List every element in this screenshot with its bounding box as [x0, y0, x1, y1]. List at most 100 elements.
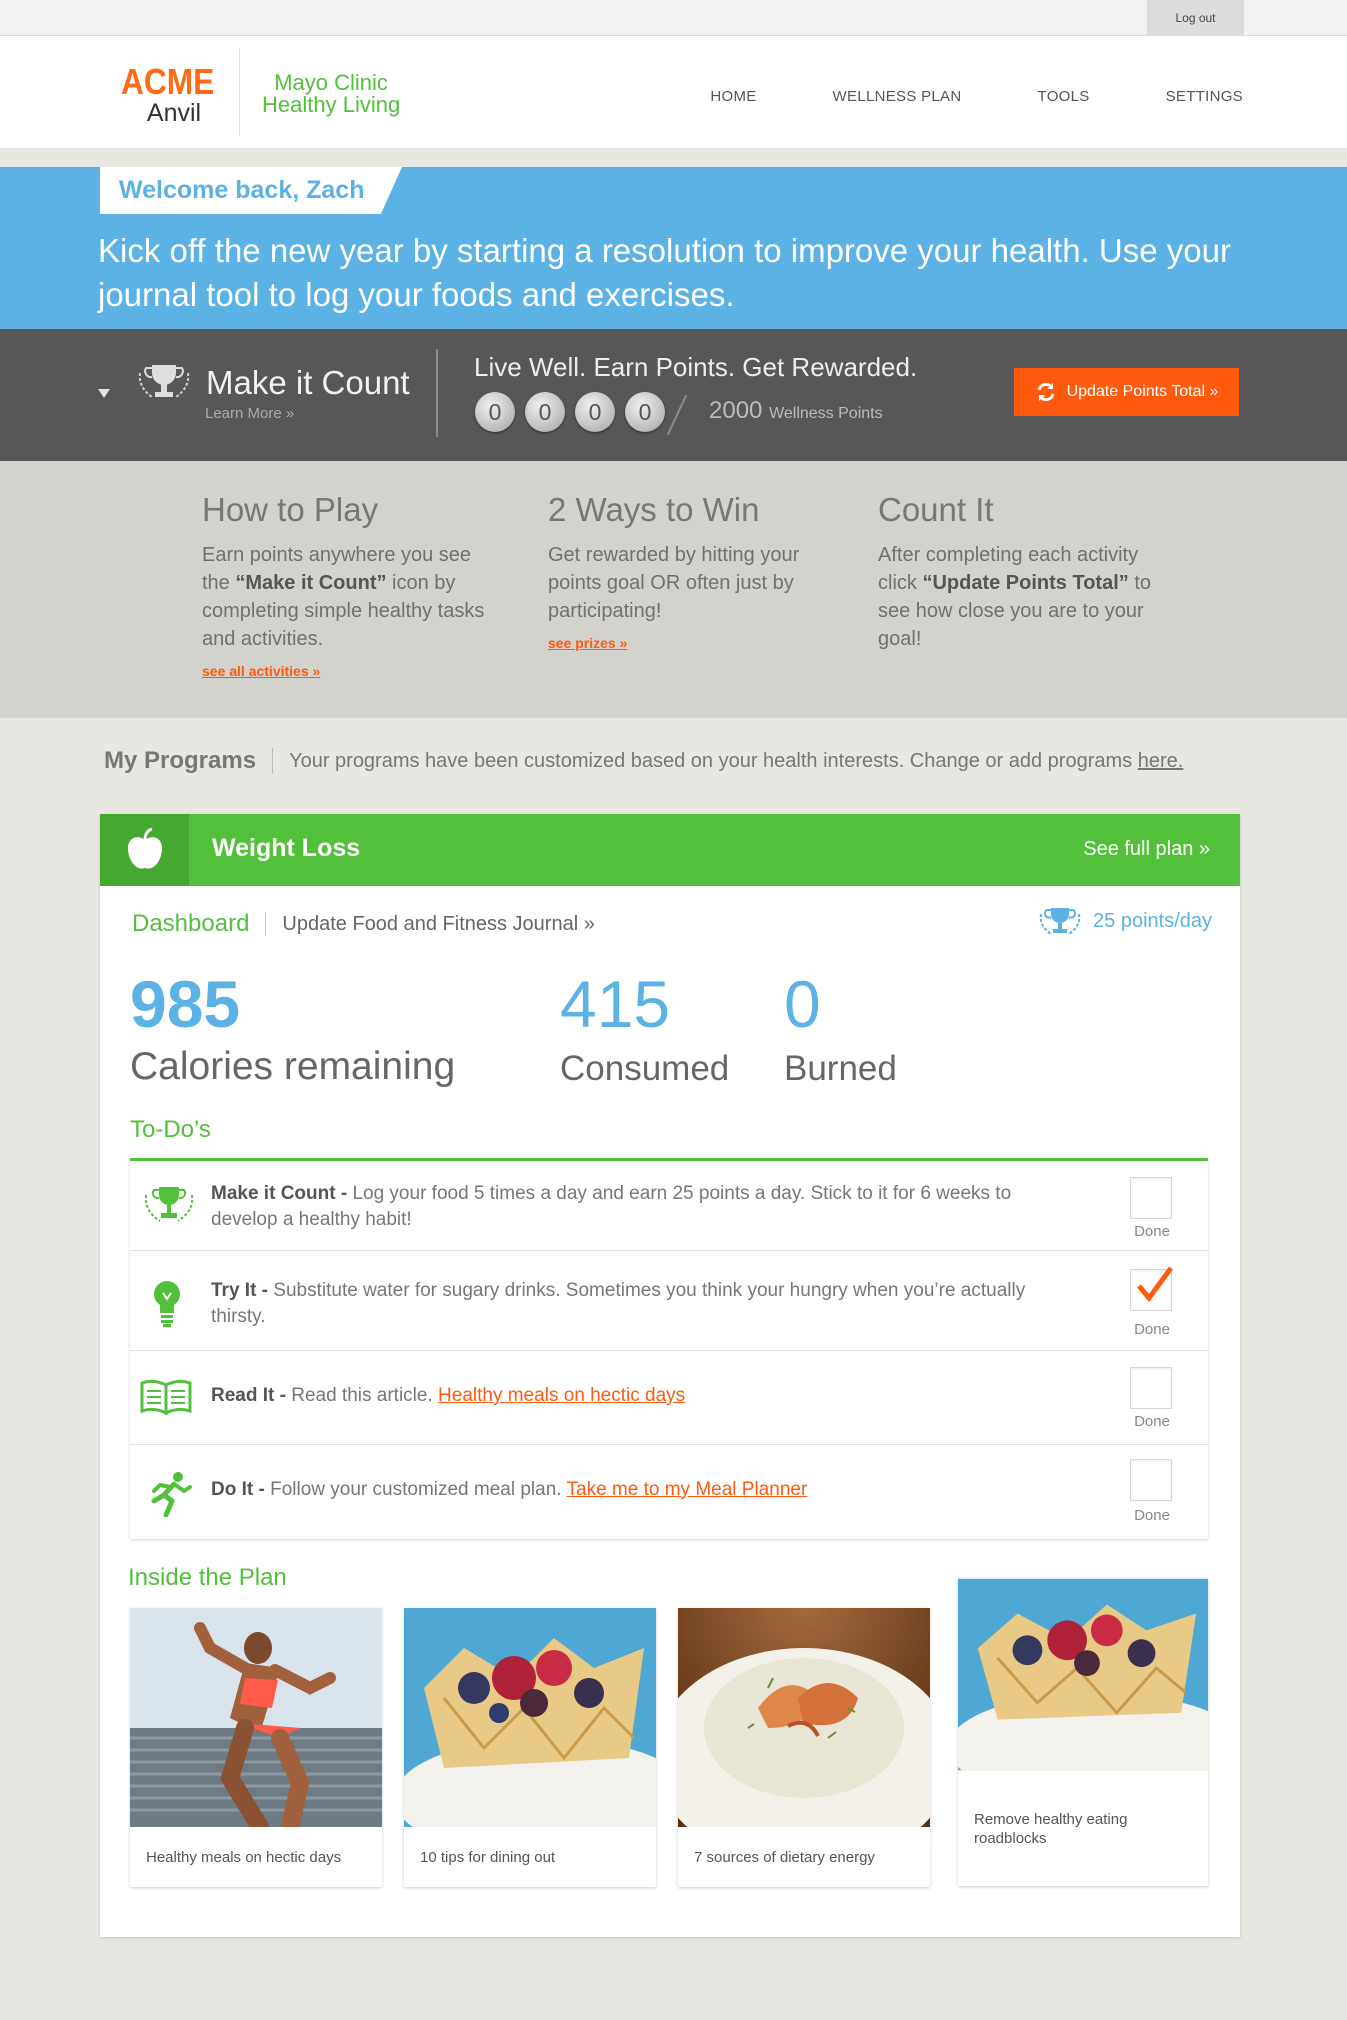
partner-logo: Mayo Clinic Healthy Living	[262, 72, 400, 116]
see-all-activities-link[interactable]: see all activities »	[202, 663, 320, 679]
update-points-label: Update Points Total »	[1066, 383, 1219, 400]
program-header: Weight Loss See full plan »	[100, 814, 1240, 886]
plan-tile-caption: Healthy meals on hectic days	[146, 1848, 342, 1866]
logout-button[interactable]: Log out	[1147, 0, 1244, 36]
trophy-icon	[1039, 908, 1081, 935]
see-full-plan-link[interactable]: See full plan »	[1083, 838, 1210, 861]
todo-checkbox[interactable]	[1130, 1177, 1172, 1219]
todo-list: Make it Count - Log your food 5 times a …	[130, 1158, 1208, 1539]
todo-checkbox[interactable]	[1130, 1266, 1174, 1311]
refresh-icon	[1037, 382, 1055, 402]
my-programs-description: Your programs have been customized based…	[289, 749, 1184, 772]
my-programs-title: My Programs	[104, 747, 257, 774]
welcome-message: Kick off the new year by starting a reso…	[98, 232, 1231, 313]
update-points-button[interactable]: Update Points Total »	[1014, 368, 1239, 416]
lightbulb-icon	[154, 1281, 180, 1327]
todo-text: Read It - Read this article. Healthy mea…	[211, 1385, 686, 1406]
count-it-text: After completing each activity click “Up…	[878, 544, 1152, 650]
brand-logo[interactable]: ACME Anvil	[121, 61, 227, 127]
consumed-label: Consumed	[560, 1049, 730, 1088]
trophy-icon	[144, 1187, 194, 1222]
partner-line-1: Mayo Clinic	[274, 70, 388, 95]
how-to-play-section: How to Play Earn points anywhere you see…	[0, 461, 1347, 718]
nav-wellness-plan[interactable]: WELLNESS PLAN	[833, 88, 962, 105]
ways-to-win-heading: 2 Ways to Win	[548, 491, 760, 528]
todo-done-label: Done	[1134, 1413, 1170, 1430]
dashboard-row: Dashboard Update Food and Fitness Journa…	[132, 910, 595, 938]
plan-tile-caption: 10 tips for dining out	[420, 1848, 556, 1866]
how-to-play-column: How to Play Earn points anywhere you see…	[202, 491, 502, 681]
healthy-meals-article-link[interactable]: Healthy meals on hectic days	[438, 1385, 685, 1406]
my-programs-header: My Programs Your programs have been cust…	[104, 747, 1183, 775]
see-prizes-link[interactable]: see prizes »	[548, 635, 627, 651]
points-tagline: Live Well. Earn Points. Get Rewarded.	[474, 352, 918, 382]
todo-done-label: Done	[1134, 1507, 1170, 1524]
todo-done-label: Done	[1134, 1223, 1170, 1240]
points-digit: 0	[575, 392, 615, 432]
apple-icon	[127, 828, 162, 869]
points-digit: 0	[625, 392, 665, 432]
trophy-icon	[138, 365, 190, 398]
todo-item-try-it: Try It - Substitute water for sugary dri…	[130, 1251, 1208, 1351]
todo-text: Make it Count - Log your food 5 times a …	[211, 1183, 1012, 1230]
points-goal-value: 2000	[709, 397, 763, 424]
meal-planner-link[interactable]: Take me to my Meal Planner	[567, 1479, 808, 1500]
nav-settings[interactable]: SETTINGS	[1166, 88, 1243, 105]
points-divider	[436, 349, 438, 437]
learn-more-link[interactable]: Learn More »	[205, 405, 294, 422]
points-per-day-label: 25 points/day	[1093, 909, 1212, 932]
program-icon-box	[100, 814, 189, 886]
book-icon	[140, 1379, 192, 1415]
todo-text: Try It - Substitute water for sugary dri…	[211, 1280, 1026, 1327]
points-goal-unit: Wellness Points	[769, 405, 883, 422]
plan-tile[interactable]: Healthy meals on hectic days	[130, 1608, 382, 1887]
points-goal: 2000 Wellness Points	[709, 397, 883, 425]
my-programs-divider	[272, 748, 274, 774]
plan-tile[interactable]: 10 tips for dining out	[404, 1608, 656, 1887]
count-it-heading: Count It	[878, 491, 994, 528]
todo-checkbox[interactable]	[1130, 1459, 1172, 1501]
todo-done-label: Done	[1134, 1321, 1170, 1338]
calories-remaining-stat: 985 Calories remaining	[130, 971, 455, 1089]
plan-tile-caption: Remove healthy eating roadblocks	[974, 1810, 1128, 1847]
utility-bar: Log out	[0, 0, 1347, 36]
plan-tile[interactable]: 7 sources of dietary energy	[678, 1608, 930, 1887]
how-to-play-text: Earn points anywhere you see the “Make i…	[202, 544, 485, 650]
header-divider	[239, 48, 240, 136]
todo-item-do-it: Do It - Follow your customized meal plan…	[130, 1445, 1208, 1539]
ways-to-win-text: Get rewarded by hitting your points goal…	[548, 544, 800, 622]
points-slash	[666, 394, 688, 436]
points-digit: 0	[475, 392, 515, 432]
ways-to-win-column: 2 Ways to Win Get rewarded by hitting yo…	[548, 491, 828, 653]
plan-tile[interactable]: Remove healthy eating roadblocks	[958, 1578, 1208, 1886]
brand-name-top: ACME	[121, 61, 215, 102]
consumed-stat: 415 Consumed	[560, 971, 729, 1089]
berry-tart-photo	[958, 1578, 1208, 1771]
plan-tile-caption: 7 sources of dietary energy	[694, 1848, 875, 1866]
collapse-caret-icon[interactable]	[98, 389, 110, 398]
todo-item-read-it: Read It - Read this article. Healthy mea…	[130, 1351, 1208, 1445]
runner-icon	[151, 1472, 192, 1517]
burned-stat: 0 Burned	[784, 971, 897, 1089]
change-programs-link[interactable]: here.	[1138, 750, 1184, 772]
checkmark-icon	[1137, 1266, 1174, 1303]
berry-tart-photo	[404, 1608, 656, 1827]
points-counter: 0 0 0 0	[475, 392, 665, 432]
todo-checkbox[interactable]	[1130, 1367, 1172, 1409]
nav-tools[interactable]: TOOLS	[1038, 88, 1090, 105]
burned-value: 0	[784, 967, 821, 1041]
count-it-column: Count It After completing each activity …	[878, 491, 1168, 653]
points-bar: Make it Count Learn More » Live Well. Ea…	[0, 329, 1347, 461]
athlete-photo	[130, 1608, 382, 1827]
consumed-value: 415	[560, 967, 671, 1041]
welcome-greeting: Welcome back, Zach	[100, 167, 402, 214]
todos-title: To-Do’s	[130, 1116, 211, 1143]
welcome-banner: Welcome back, Zach Kick off the new year…	[0, 167, 1347, 329]
site-header: ACME Anvil Mayo Clinic Healthy Living HO…	[0, 36, 1347, 149]
todo-text: Do It - Follow your customized meal plan…	[211, 1479, 808, 1500]
nav-home[interactable]: HOME	[710, 88, 756, 105]
update-journal-link[interactable]: Update Food and Fitness Journal »	[282, 913, 594, 936]
program-title: Weight Loss	[212, 834, 361, 862]
burned-label: Burned	[784, 1049, 897, 1088]
calories-remaining-value: 985	[130, 967, 241, 1041]
